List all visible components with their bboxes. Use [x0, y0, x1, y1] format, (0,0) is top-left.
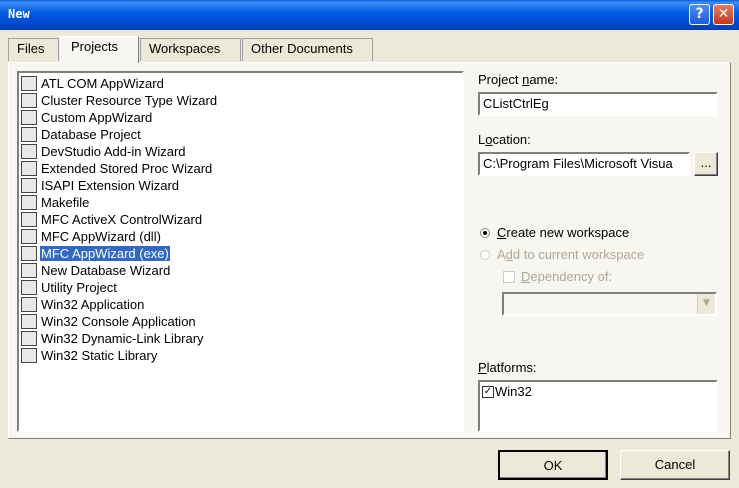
project-type-item[interactable]: Database Project — [21, 126, 142, 143]
tab-workspaces[interactable]: Workspaces — [140, 38, 241, 61]
close-button[interactable]: ✕ — [713, 4, 734, 25]
check-icon[interactable]: ✓ — [482, 385, 494, 398]
dependency-checkbox[interactable] — [503, 271, 515, 283]
project-type-item[interactable]: Win32 Static Library — [21, 347, 158, 364]
create-new-workspace-label[interactable]: Create new workspace — [497, 225, 629, 240]
dll-icon — [21, 331, 37, 346]
tab-files[interactable]: Files — [8, 38, 59, 61]
project-type-item[interactable]: Cluster Resource Type Wizard — [21, 92, 218, 109]
browse-button[interactable]: ... — [694, 152, 718, 176]
win32-app-icon — [21, 297, 37, 312]
platform-item-win32[interactable]: ✓ Win32 — [482, 384, 532, 399]
isapi-globe-icon — [21, 178, 37, 193]
project-type-label: ATL COM AppWizard — [41, 76, 164, 91]
dependency-combo[interactable]: ▼ — [502, 292, 717, 316]
project-type-item[interactable]: Extended Stored Proc Wizard — [21, 160, 213, 177]
project-type-item[interactable]: Custom AppWizard — [21, 109, 153, 126]
project-type-item[interactable]: ISAPI Extension Wizard — [21, 177, 180, 194]
project-type-label: Win32 Static Library — [41, 348, 158, 363]
makefile-icon — [21, 195, 37, 210]
project-type-item[interactable]: New Database Wizard — [21, 262, 171, 279]
custom-wizard-icon — [21, 110, 37, 125]
console-icon — [21, 314, 37, 329]
dependency-label[interactable]: Dependency of: — [521, 269, 612, 284]
project-type-label: Win32 Console Application — [41, 314, 196, 329]
title-bar[interactable]: New ? ✕ — [0, 0, 739, 30]
chevron-down-icon[interactable]: ▼ — [697, 294, 715, 314]
project-type-item[interactable]: ATL COM AppWizard — [21, 75, 165, 92]
project-type-item[interactable]: Utility Project — [21, 279, 118, 296]
project-type-item[interactable]: MFC AppWizard (dll) — [21, 228, 162, 245]
project-type-item[interactable]: MFC AppWizard (exe) — [21, 245, 171, 262]
atl-icon — [21, 76, 37, 91]
database-icon — [21, 127, 37, 142]
project-type-label: MFC AppWizard (exe) — [39, 245, 171, 262]
project-type-item[interactable]: Win32 Dynamic-Link Library — [21, 330, 205, 347]
static-lib-icon — [21, 348, 37, 363]
utility-icon — [21, 280, 37, 295]
project-type-label: Extended Stored Proc Wizard — [41, 161, 213, 176]
mfc-exe-icon — [21, 246, 37, 261]
project-type-item[interactable]: Win32 Console Application — [21, 313, 197, 330]
project-type-item[interactable]: Win32 Application — [21, 296, 145, 313]
project-name-label: Project name: — [478, 72, 559, 87]
project-type-label: ISAPI Extension Wizard — [41, 178, 179, 193]
add-to-workspace-label[interactable]: Add to current workspace — [497, 247, 644, 262]
platform-label: Win32 — [495, 384, 532, 399]
project-type-label: Win32 Application — [41, 297, 145, 312]
project-type-label: Database Project — [41, 127, 141, 142]
stored-proc-icon — [21, 161, 37, 176]
activex-icon — [21, 212, 37, 227]
project-type-label: New Database Wizard — [41, 263, 171, 278]
project-type-label: Utility Project — [41, 280, 117, 295]
mfc-dll-icon — [21, 229, 37, 244]
new-database-icon — [21, 263, 37, 278]
location-label: Location: — [478, 132, 531, 147]
project-name-input[interactable]: CListCtrlEg — [478, 92, 718, 116]
project-type-list[interactable]: ATL COM AppWizard Cluster Resource Type W… — [17, 71, 464, 432]
project-type-label: DevStudio Add-in Wizard — [41, 144, 186, 159]
cluster-icon — [21, 93, 37, 108]
platforms-list[interactable]: ✓ Win32 — [478, 380, 718, 432]
tab-projects[interactable]: Projects — [60, 36, 139, 63]
platforms-label: Platforms: — [478, 360, 537, 375]
project-type-label: Makefile — [41, 195, 90, 210]
project-type-item[interactable]: DevStudio Add-in Wizard — [21, 143, 187, 160]
addin-icon — [21, 144, 37, 159]
tab-other-documents[interactable]: Other Documents — [242, 38, 373, 61]
add-to-workspace-radio[interactable] — [480, 250, 490, 260]
project-type-item[interactable]: Makefile — [21, 194, 90, 211]
ok-button[interactable]: OK — [498, 450, 608, 480]
new-dialog: New ? ✕ Files Projects Workspaces Other … — [0, 0, 739, 488]
project-type-label: Cluster Resource Type Wizard — [41, 93, 218, 108]
window-title: New — [8, 7, 30, 21]
project-type-label: MFC ActiveX ControlWizard — [41, 212, 203, 227]
project-type-label: Custom AppWizard — [41, 110, 153, 125]
project-type-label: MFC AppWizard (dll) — [41, 229, 161, 244]
project-type-label: Win32 Dynamic-Link Library — [41, 331, 204, 346]
project-type-item[interactable]: MFC ActiveX ControlWizard — [21, 211, 203, 228]
help-button[interactable]: ? — [689, 4, 710, 25]
create-new-workspace-radio[interactable] — [480, 228, 490, 238]
cancel-button[interactable]: Cancel — [620, 450, 730, 480]
location-input[interactable]: C:\Program Files\Microsoft Visua — [478, 152, 690, 176]
